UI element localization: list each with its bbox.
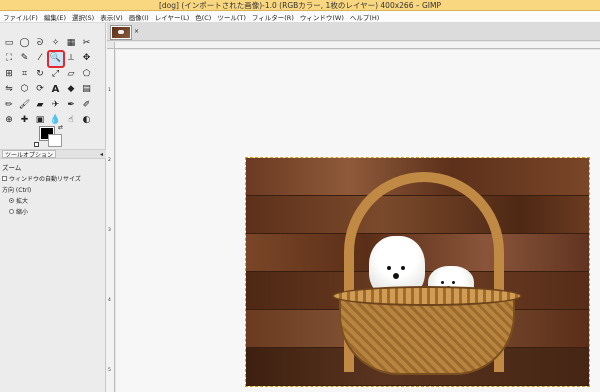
dodge-burn-icon[interactable]: ◐ xyxy=(80,114,94,128)
basket-rim xyxy=(332,286,522,306)
ruler-label: 5 xyxy=(108,368,111,373)
blend-icon[interactable]: ▤ xyxy=(80,83,94,97)
menu-bar: ファイル(F) 編集(E) 選択(S) 表示(V) 画像(I) レイヤー(L) 色(C) ツー… xyxy=(0,11,600,23)
menu-item[interactable]: 表示(V) xyxy=(100,12,123,22)
menu-item[interactable]: 編集(E) xyxy=(44,12,66,22)
direction-label: 方向 (Ctrl) xyxy=(2,187,32,194)
measure-icon[interactable]: ⟂ xyxy=(64,52,78,66)
zoom-out-label: 縮小 xyxy=(16,209,29,216)
pencil-icon[interactable]: ✏ xyxy=(2,98,16,112)
menu-item[interactable]: ヘルプ(H) xyxy=(350,12,379,22)
reset-colors-icon[interactable] xyxy=(34,142,39,147)
tool-options-title: ズーム xyxy=(2,164,22,172)
foreground-select-icon[interactable]: ⛶ xyxy=(2,52,16,66)
zoom-out-option[interactable]: 縮小 xyxy=(2,207,104,216)
auto-resize-checkbox[interactable] xyxy=(2,176,7,181)
menu-item[interactable]: 選択(S) xyxy=(72,12,94,22)
paths-icon[interactable]: ✎ xyxy=(18,52,32,66)
zoom-in-option[interactable]: 拡大 xyxy=(2,196,104,205)
dog-image[interactable] xyxy=(245,157,590,387)
shear-icon[interactable]: ▱ xyxy=(64,67,78,81)
scale-icon[interactable]: ⤢ xyxy=(49,67,63,81)
document-area: × 1 2 3 4 5 xyxy=(107,23,600,392)
tool-options-panel: ズーム ウィンドウの自動リサイズ 方向 (Ctrl) 拡大 縮小 xyxy=(2,162,104,218)
ruler-label: 1 xyxy=(108,88,111,93)
swap-colors-icon[interactable]: ⇄ xyxy=(58,124,63,131)
paintbrush-icon[interactable]: 🖌 xyxy=(18,98,32,112)
zoom-in-radio[interactable] xyxy=(9,198,14,203)
color-select-icon[interactable]: ▦ xyxy=(64,36,78,50)
rect-select-icon[interactable]: ▭ xyxy=(2,36,16,50)
tool-options-tab-row: ツールオプション ◂ xyxy=(0,149,106,159)
eraser-icon[interactable]: ▰ xyxy=(33,98,47,112)
color-picker-icon[interactable]: ⁄ xyxy=(33,52,47,66)
toolbox-panel: ▭ ◯ ᘐ ✧ ▦ ✂ ⛶ ✎ ⁄ 🔍 ⟂ ✥ ⊞ ⌗ ↻ ⤢ ▱ ⬠ ⇋ ⬡ ⟳ A ◆ ▤ ✏ 🖌 ▰ ✈ ✒ ✐ ⊕ ✚ ▣ 💧 ☝ ◐ ⇄ ツ… xyxy=(0,23,106,392)
menu-item[interactable]: レイヤー(L) xyxy=(155,12,190,22)
menu-item[interactable]: 色(C) xyxy=(195,12,211,22)
auto-resize-label: ウィンドウの自動リサイズ xyxy=(9,176,81,183)
ruler-label: 2 xyxy=(108,158,111,163)
zoom-icon[interactable]: 🔍 xyxy=(46,49,65,68)
mypaint-brush-icon[interactable]: ✐ xyxy=(80,98,94,112)
menu-item[interactable]: ツール(T) xyxy=(217,12,246,22)
zoom-out-radio[interactable] xyxy=(9,209,14,214)
warp-icon[interactable]: ⟳ xyxy=(33,83,47,97)
auto-resize-option[interactable]: ウィンドウの自動リサイズ xyxy=(2,174,104,183)
vertical-ruler[interactable]: 1 2 3 4 5 xyxy=(107,49,115,392)
image-tabs-bar: × xyxy=(107,23,600,41)
cage-icon[interactable]: ⬡ xyxy=(18,83,32,97)
perspective-icon[interactable]: ⬠ xyxy=(80,67,94,81)
crop-icon[interactable]: ⌗ xyxy=(18,67,32,81)
menu-item[interactable]: 画像(I) xyxy=(129,12,149,22)
menu-item[interactable]: フィルター(R) xyxy=(252,12,294,22)
close-tab-icon[interactable]: × xyxy=(134,28,139,35)
color-area: ⇄ xyxy=(34,124,74,148)
airbrush-icon[interactable]: ✈ xyxy=(49,98,63,112)
ink-icon[interactable]: ✒ xyxy=(64,98,78,112)
bucket-fill-icon[interactable]: ◆ xyxy=(64,83,78,97)
image-tab-dog[interactable] xyxy=(110,25,132,40)
rotate-icon[interactable]: ↻ xyxy=(33,67,47,81)
heal-icon[interactable]: ✚ xyxy=(18,114,32,128)
move-icon[interactable]: ✥ xyxy=(80,52,94,66)
ruler-label: 4 xyxy=(108,298,111,303)
canvas-view[interactable] xyxy=(116,50,600,392)
title-bar: [dog] (インポートされた画像)-1.0 (RGBカラー, 1枚のレイヤー)… xyxy=(0,0,600,11)
menu-item[interactable]: ウィンドウ(W) xyxy=(300,12,344,22)
free-select-icon[interactable]: ᘐ xyxy=(33,36,47,50)
tool-grid: ▭ ◯ ᘐ ✧ ▦ ✂ ⛶ ✎ ⁄ 🔍 ⟂ ✥ ⊞ ⌗ ↻ ⤢ ▱ ⬠ ⇋ ⬡ ⟳ A ◆ ▤ ✏ 🖌 ▰ ✈ ✒ ✐ ⊕ ✚ ▣ 💧 ☝ ◐ xyxy=(2,36,104,129)
flip-icon[interactable]: ⇋ xyxy=(2,83,16,97)
horizontal-ruler[interactable] xyxy=(115,42,600,49)
direction-group-label-row: 方向 (Ctrl) xyxy=(2,185,104,194)
text-icon[interactable]: A xyxy=(49,83,63,97)
panel-menu-icon[interactable]: ◂ xyxy=(100,151,103,158)
menu-item[interactable]: ファイル(F) xyxy=(3,12,38,22)
tab-tool-options-label: ツールオプション xyxy=(5,151,54,159)
background-color-swatch[interactable] xyxy=(48,134,62,147)
scissors-select-icon[interactable]: ✂ xyxy=(80,36,94,50)
window-title: [dog] (インポートされた画像)-1.0 (RGBカラー, 1枚のレイヤー)… xyxy=(158,0,442,10)
align-icon[interactable]: ⊞ xyxy=(2,67,16,81)
fuzzy-select-icon[interactable]: ✧ xyxy=(49,36,63,50)
ruler-corner[interactable] xyxy=(107,42,115,49)
ruler-label: 3 xyxy=(108,228,111,233)
zoom-in-label: 拡大 xyxy=(16,198,29,205)
clone-icon[interactable]: ⊕ xyxy=(2,114,16,128)
ellipse-select-icon[interactable]: ◯ xyxy=(18,36,32,50)
image-thumbnail xyxy=(112,27,130,38)
tab-tool-options[interactable]: ツールオプション xyxy=(2,150,57,159)
